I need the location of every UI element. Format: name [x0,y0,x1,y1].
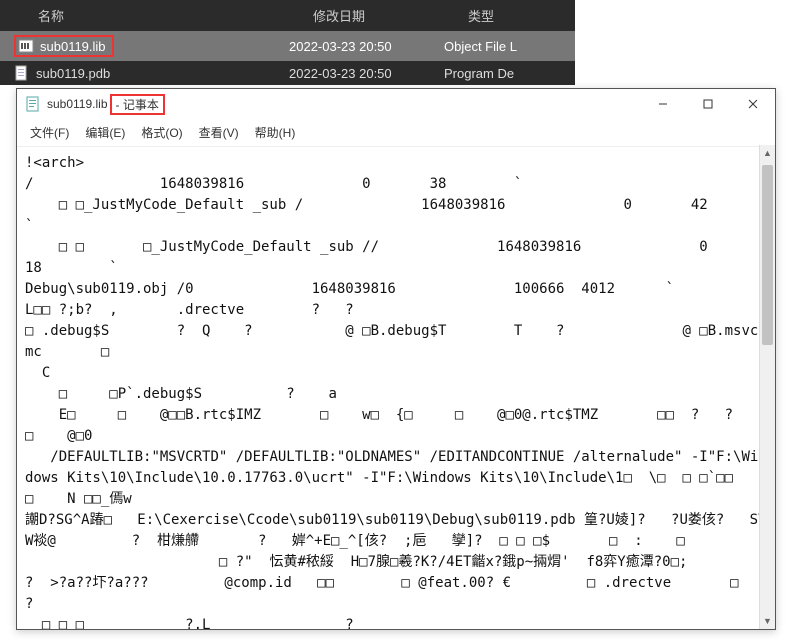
notepad-window: sub0119.lib - 记事本 文件(F) 编辑(E) 格式(O) 查看(V… [16,88,776,630]
text-content[interactable]: !<arch> / 1648039816 0 38 ` □ □_JustMyCo… [17,146,775,629]
file-type: Program De [444,66,575,81]
maximize-button[interactable] [685,89,730,119]
scroll-down-arrow[interactable]: ▼ [760,613,775,629]
col-type-header[interactable]: 类型 [468,6,575,25]
col-name-header[interactable]: 名称 [38,6,313,25]
col-date-header[interactable]: 修改日期 [313,6,468,25]
file-date: 2022-03-23 20:50 [289,39,444,54]
explorer-columns: 名称 修改日期 类型 [0,0,575,31]
notepad-icon [25,96,41,112]
file-row-pdb[interactable]: sub0119.pdb 2022-03-23 20:50 Program De [0,61,575,85]
lib-file-icon [18,38,34,54]
menu-help[interactable]: 帮助(H) [248,121,303,144]
file-explorer: 名称 修改日期 类型 sub0119.lib 2022-03-23 20:50 … [0,0,575,85]
scroll-thumb[interactable] [762,165,773,345]
menu-format[interactable]: 格式(O) [134,121,189,144]
file-type: Object File L [444,39,575,54]
window-title: sub0119.lib - 记事本 [47,94,640,115]
file-name: sub0119.lib [40,39,106,54]
scroll-up-arrow[interactable]: ▲ [760,145,775,161]
close-button[interactable] [730,89,775,119]
titlebar[interactable]: sub0119.lib - 记事本 [17,89,775,119]
file-name: sub0119.pdb [36,66,110,81]
pdb-file-icon [14,65,30,81]
minimize-button[interactable] [640,89,685,119]
menu-file[interactable]: 文件(F) [23,121,76,144]
file-date: 2022-03-23 20:50 [289,66,444,81]
vertical-scrollbar[interactable]: ▲ ▼ [759,145,775,629]
window-controls [640,89,775,119]
menu-view[interactable]: 查看(V) [192,121,246,144]
file-row-lib[interactable]: sub0119.lib 2022-03-23 20:50 Object File… [0,31,575,61]
menubar: 文件(F) 编辑(E) 格式(O) 查看(V) 帮助(H) [17,119,775,146]
menu-edit[interactable]: 编辑(E) [78,121,132,144]
